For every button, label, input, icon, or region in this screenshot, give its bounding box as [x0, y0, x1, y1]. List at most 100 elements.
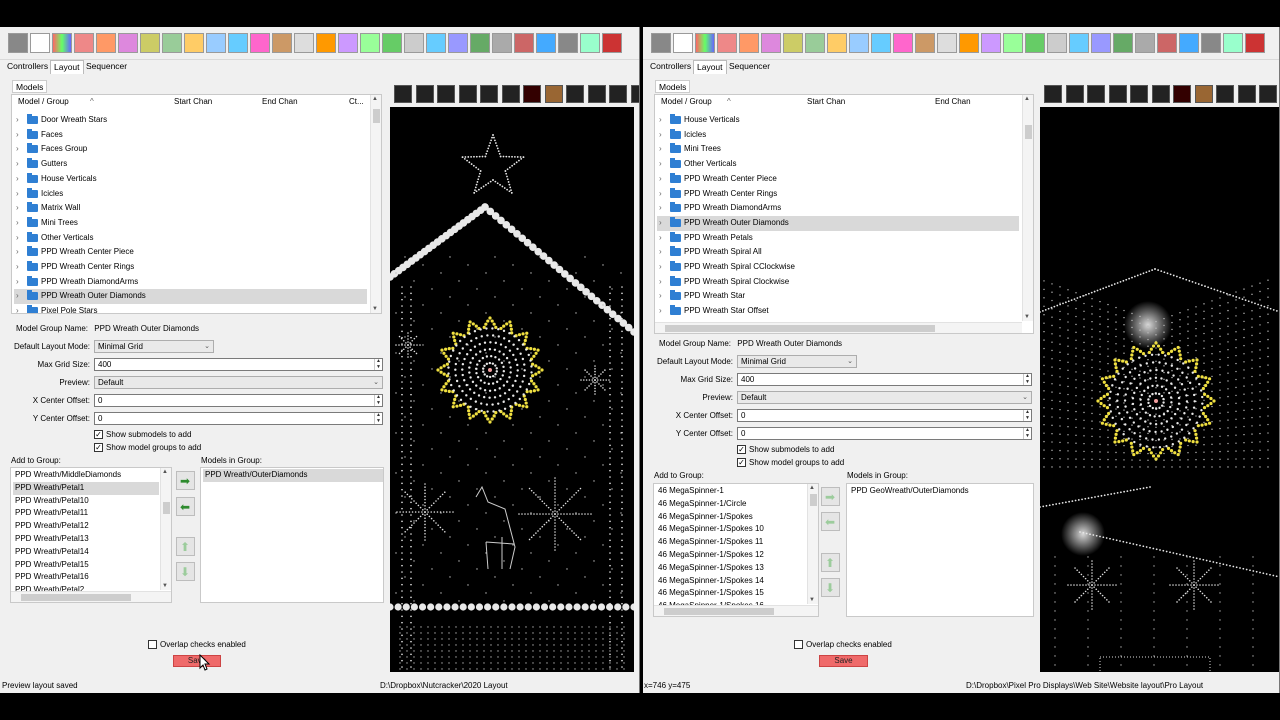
effect-tool-icon[interactable]	[272, 33, 292, 53]
model-channelblock-icon[interactable]	[437, 85, 455, 103]
expand-chevron-icon[interactable]: ›	[659, 157, 667, 172]
effect-tool-icon[interactable]	[448, 33, 468, 53]
expand-chevron-icon[interactable]: ›	[659, 113, 667, 128]
tab-controllers[interactable]: Controllers	[647, 60, 694, 74]
effect-tool-icon[interactable]	[673, 33, 693, 53]
col-end-chan[interactable]: End Chan	[935, 95, 971, 109]
tree-row[interactable]: › PPD Wreath DiamondArms	[14, 275, 367, 290]
col-end-chan[interactable]: End Chan	[262, 95, 298, 109]
expand-chevron-icon[interactable]: ›	[16, 113, 24, 128]
effect-tool-icon[interactable]	[695, 33, 715, 53]
effect-tool-icon[interactable]	[1245, 33, 1265, 53]
list-item[interactable]: PPD Wreath/Petal13	[13, 533, 159, 546]
model-matrix-icon[interactable]	[609, 85, 627, 103]
expand-chevron-icon[interactable]: ›	[659, 260, 667, 275]
effect-tool-icon[interactable]	[783, 33, 803, 53]
col-model-group[interactable]: Model / Group	[661, 95, 712, 109]
effect-tool-icon[interactable]	[228, 33, 248, 53]
effect-tool-icon[interactable]	[1091, 33, 1111, 53]
model-candycane-icon[interactable]	[415, 85, 434, 103]
model-circle-icon[interactable]	[1108, 85, 1127, 103]
expand-chevron-icon[interactable]: ›	[659, 231, 667, 246]
expand-chevron-icon[interactable]: ›	[16, 231, 24, 246]
effect-tool-icon[interactable]	[1179, 33, 1199, 53]
tab-sequencer[interactable]: Sequencer	[83, 60, 130, 74]
list-item[interactable]: PPD Wreath/Petal16	[13, 571, 159, 584]
effect-tool-icon[interactable]	[96, 33, 116, 53]
wreath-model[interactable]	[436, 316, 544, 424]
grid-size-input[interactable]: 400 ▲ ▼	[94, 358, 383, 371]
y-offset-input[interactable]: 0 ▲ ▼	[737, 427, 1032, 440]
effect-tool-icon[interactable]	[162, 33, 182, 53]
tree-row[interactable]: › PPD Wreath Center Piece	[14, 245, 367, 260]
effect-tool-icon[interactable]	[1223, 33, 1243, 53]
tree-row[interactable]: › Icicles	[14, 187, 367, 202]
effect-tool-icon[interactable]	[30, 33, 50, 53]
tree-row[interactable]: › Other Verticals	[657, 157, 1019, 172]
list-item[interactable]: 46 MegaSpinner-1/Spokes 14	[656, 575, 806, 588]
model-matrix-icon[interactable]	[1259, 85, 1277, 103]
add-right-arrow-button[interactable]: ➡	[821, 487, 840, 506]
models-in-group-list[interactable]: PPD GeoWreath/OuterDiamonds	[846, 483, 1034, 617]
effect-tool-icon[interactable]	[294, 33, 314, 53]
expand-chevron-icon[interactable]: ›	[16, 289, 24, 304]
model-cube-icon[interactable]	[480, 85, 498, 103]
tree-hscroll[interactable]	[655, 322, 1022, 333]
model-arc-icon[interactable]	[1044, 85, 1062, 103]
effect-tool-icon[interactable]	[1113, 33, 1133, 53]
list-item[interactable]: PPD Wreath/MiddleDiamonds	[13, 469, 159, 482]
model-custom-icon[interactable]	[1151, 85, 1170, 103]
tree-vscroll[interactable]: ▲ ▼	[1022, 95, 1033, 321]
model-image-icon[interactable]	[1237, 85, 1256, 103]
col-start-chan[interactable]: Start Chan	[174, 95, 212, 109]
add-to-group-list[interactable]: 46 MegaSpinner-1 46 MegaSpinner-1/Circle 4…	[653, 483, 819, 617]
expand-chevron-icon[interactable]: ›	[16, 216, 24, 231]
effect-tool-icon[interactable]	[827, 33, 847, 53]
tree-row[interactable]: › Faces Group	[14, 142, 367, 157]
col-start-chan[interactable]: Start Chan	[807, 95, 845, 109]
expand-chevron-icon[interactable]: ›	[16, 275, 24, 290]
tree-row[interactable]: › Icicles	[657, 128, 1019, 143]
list-item[interactable]: PPD Wreath/Petal1	[13, 481, 159, 495]
expand-chevron-icon[interactable]: ›	[659, 289, 667, 304]
add-right-arrow-button[interactable]: ➡	[176, 471, 195, 490]
effect-tool-icon[interactable]	[1025, 33, 1045, 53]
tab-models[interactable]: Models	[655, 80, 691, 93]
effect-tool-icon[interactable]	[118, 33, 138, 53]
tree-row[interactable]: › PPD Wreath Center Rings	[657, 187, 1019, 202]
effect-tool-icon[interactable]	[1047, 33, 1067, 53]
tree-row[interactable]: › PPD Wreath Outer Diamonds	[14, 289, 367, 305]
expand-chevron-icon[interactable]: ›	[659, 304, 667, 319]
tab-sequencer[interactable]: Sequencer	[726, 60, 773, 74]
effect-tool-icon[interactable]	[915, 33, 935, 53]
effect-tool-icon[interactable]	[937, 33, 957, 53]
list-item[interactable]: 46 MegaSpinner-1/Spokes 10	[656, 523, 806, 536]
list-item[interactable]: PPD Wreath/Petal15	[13, 559, 159, 572]
model-face-icon[interactable]	[1194, 85, 1213, 103]
effect-tool-icon[interactable]	[602, 33, 622, 53]
effect-tool-icon[interactable]	[761, 33, 781, 53]
tree-row[interactable]: › Gutters	[14, 157, 367, 172]
checkbox-unchecked-icon[interactable]	[148, 640, 157, 649]
checkbox-checked-icon[interactable]: ✓	[94, 430, 103, 439]
save-button[interactable]: Save	[173, 655, 221, 667]
effect-tool-icon[interactable]	[338, 33, 358, 53]
effect-tool-icon[interactable]	[140, 33, 160, 53]
model-line-icon[interactable]	[630, 85, 639, 103]
list-item[interactable]: 46 MegaSpinner-1/Spokes 11	[656, 536, 806, 549]
move-down-button[interactable]: ⬇	[176, 562, 195, 581]
tree-row[interactable]: › House Verticals	[657, 113, 1019, 128]
expand-chevron-icon[interactable]: ›	[16, 187, 24, 202]
spin-icon[interactable]: ▲ ▼	[1023, 427, 1031, 439]
effect-tool-icon[interactable]	[52, 33, 72, 53]
expand-chevron-icon[interactable]: ›	[16, 142, 24, 157]
tree-row[interactable]: › PPD Wreath Spiral Clockwise	[657, 275, 1019, 290]
tree-row[interactable]: › House Verticals	[14, 172, 367, 187]
list-item[interactable]: 46 MegaSpinner-1/Spokes 15	[656, 587, 806, 600]
expand-chevron-icon[interactable]: ›	[16, 245, 24, 260]
effect-tool-icon[interactable]	[1003, 33, 1023, 53]
tab-models[interactable]: Models	[12, 80, 48, 93]
remove-left-arrow-button[interactable]: ⬅	[821, 512, 840, 531]
model-dmx-icon[interactable]	[1173, 85, 1191, 103]
list-item[interactable]: 46 MegaSpinner-1/Spokes	[656, 511, 806, 524]
